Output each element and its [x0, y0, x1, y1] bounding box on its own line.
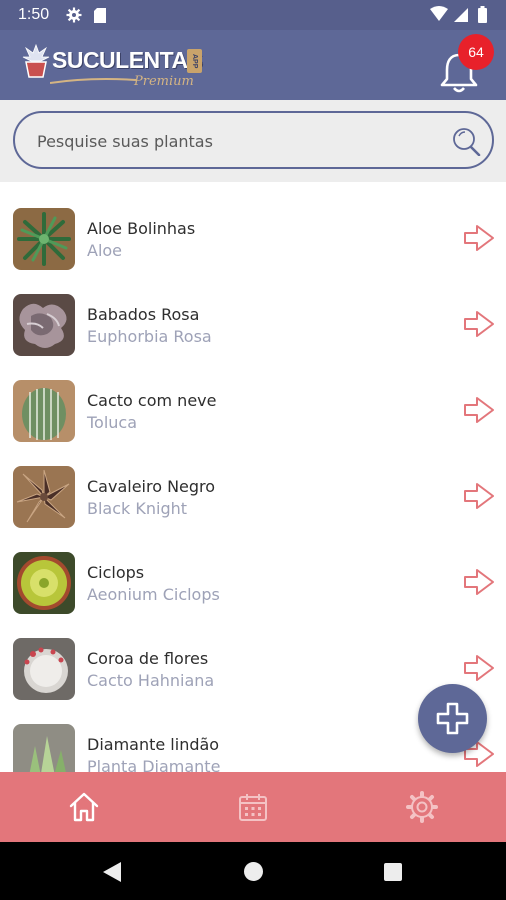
plant-photo	[13, 294, 75, 356]
back-icon[interactable]	[102, 861, 122, 883]
plant-item[interactable]: Aloe Bolinhas Aloe	[0, 182, 506, 270]
succulent-pot-icon	[22, 43, 50, 78]
plant-name: Diamante lindão	[87, 735, 220, 754]
plant-name: Aloe Bolinhas	[87, 219, 196, 238]
arrow-right-icon[interactable]	[462, 393, 496, 427]
app-logo: SUCULENTAS APP Premium	[22, 41, 222, 91]
logo-swoosh	[50, 78, 136, 84]
logo-text: SUCULENTAS	[52, 47, 203, 73]
plant-photo	[13, 724, 75, 772]
search-area	[0, 100, 506, 182]
plant-photo	[13, 638, 75, 700]
plant-name: Cacto com neve	[87, 391, 217, 410]
nav-calendar[interactable]	[169, 772, 337, 842]
home-button-icon[interactable]	[244, 862, 263, 881]
plant-name: Ciclops	[87, 563, 145, 582]
plant-species: Black Knight	[87, 499, 188, 518]
logo-tag: APP	[187, 49, 202, 73]
plant-item[interactable]: Coroa de flores Cacto Hahniana	[0, 612, 506, 700]
plus-icon	[436, 702, 469, 735]
plant-species: Cacto Hahniana	[87, 671, 215, 690]
system-nav-bar	[0, 842, 506, 900]
plant-species: Aloe	[87, 241, 123, 260]
plant-item[interactable]: Cavaleiro Negro Black Knight	[0, 440, 506, 528]
plant-name: Babados Rosa	[87, 305, 200, 324]
plant-photo	[13, 208, 75, 270]
arrow-right-icon[interactable]	[462, 221, 496, 255]
logo-subtitle: Premium	[134, 74, 194, 89]
plant-list: Aloe Bolinhas Aloe Babados Rosa Euphorbi…	[0, 182, 506, 772]
add-plant-button[interactable]	[418, 684, 487, 753]
plant-species: Toluca	[87, 413, 138, 432]
bottom-nav	[0, 772, 506, 842]
plant-species: Euphorbia Rosa	[87, 327, 212, 346]
recent-apps-icon[interactable]	[384, 863, 402, 881]
plant-photo	[13, 552, 75, 614]
plant-photo	[13, 380, 75, 442]
sd-card-icon	[94, 8, 106, 23]
search-icon[interactable]	[451, 126, 481, 156]
status-bar: 1:50	[0, 0, 506, 30]
nav-home[interactable]	[0, 772, 168, 842]
app-header: SUCULENTAS APP Premium 64	[0, 30, 506, 100]
plant-item[interactable]: Cacto com neve Toluca	[0, 354, 506, 442]
status-time: 1:50	[18, 6, 50, 23]
system-indicators-icon	[430, 6, 487, 23]
plant-name: Coroa de flores	[87, 649, 209, 668]
settings-status-icon	[66, 7, 82, 23]
plant-species: Planta Diamante	[87, 757, 221, 772]
arrow-right-icon[interactable]	[462, 307, 496, 341]
search-input[interactable]	[37, 130, 417, 152]
notification-badge[interactable]: 64	[458, 34, 494, 70]
arrow-right-icon[interactable]	[462, 651, 496, 685]
plant-item[interactable]: Ciclops Aeonium Ciclops	[0, 526, 506, 614]
search-box[interactable]	[13, 111, 494, 169]
home-icon	[69, 792, 99, 822]
plant-species: Aeonium Ciclops	[87, 585, 220, 604]
settings-icon	[406, 791, 438, 823]
arrow-right-icon[interactable]	[462, 479, 496, 513]
nav-settings[interactable]	[338, 772, 506, 842]
calendar-icon	[239, 794, 267, 821]
plant-name: Cavaleiro Negro	[87, 477, 216, 496]
arrow-right-icon[interactable]	[462, 565, 496, 599]
plant-photo	[13, 466, 75, 528]
plant-item[interactable]: Babados Rosa Euphorbia Rosa	[0, 268, 506, 356]
